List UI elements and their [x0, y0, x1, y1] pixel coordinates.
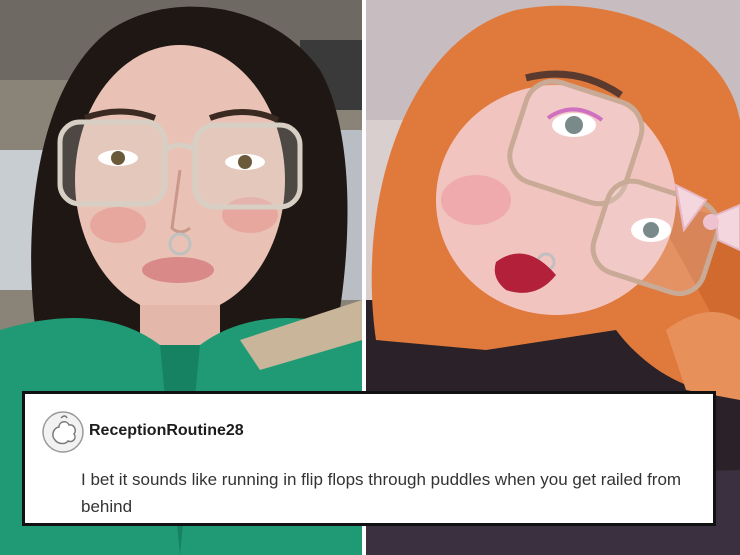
comment-username[interactable]: ReceptionRoutine28 — [89, 422, 244, 440]
comment-card: ReceptionRoutine28 I bet it sounds like … — [22, 391, 716, 526]
default-avatar-icon[interactable] — [41, 410, 85, 454]
comment-text: I bet it sounds like running in flip flo… — [81, 470, 682, 516]
